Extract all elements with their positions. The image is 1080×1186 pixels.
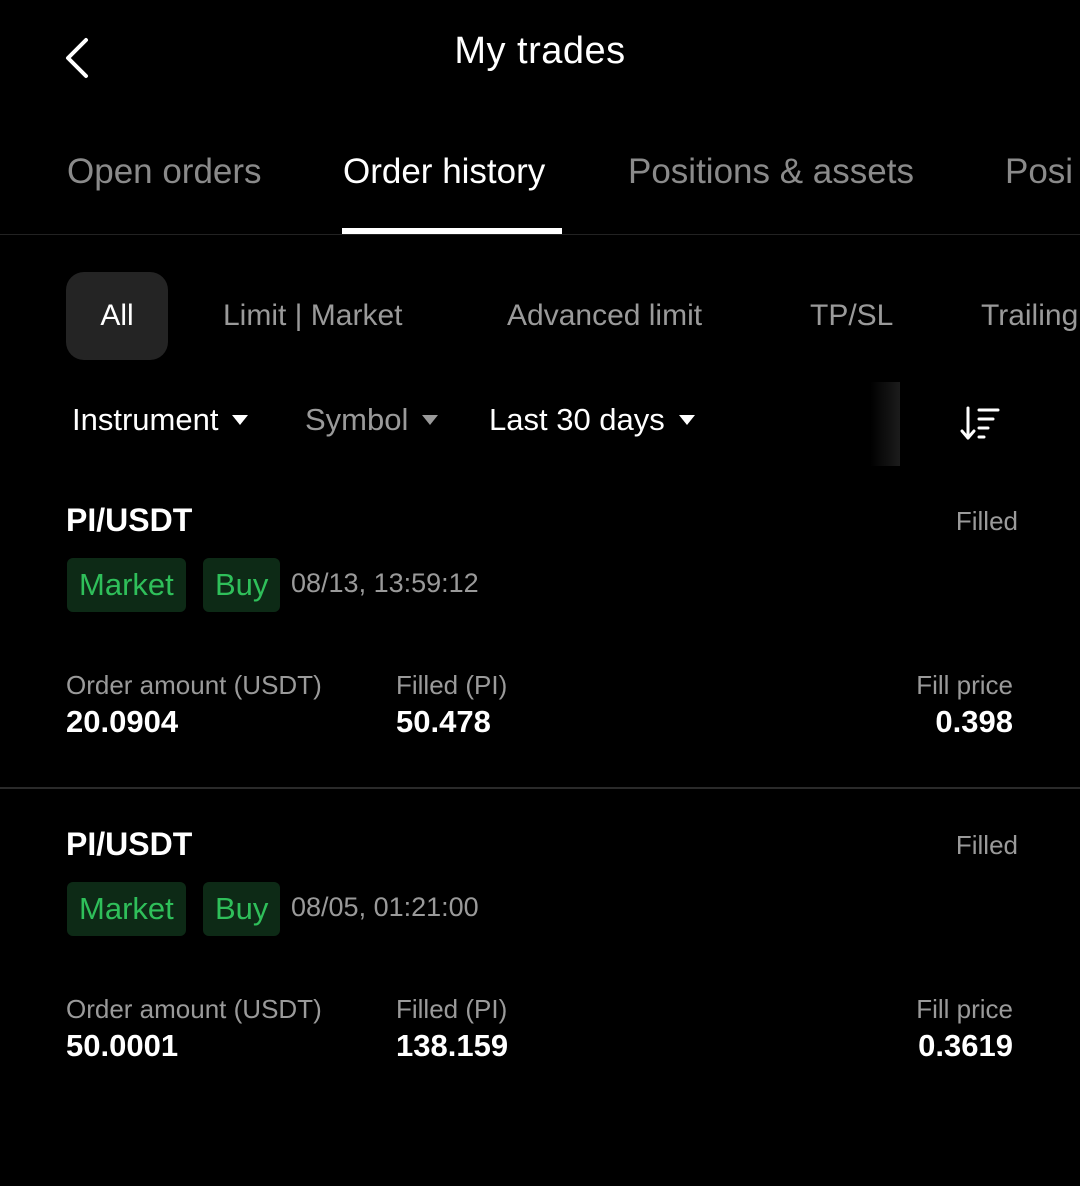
sort-button[interactable] bbox=[958, 404, 1002, 444]
order-card[interactable]: PI/USDT Filled Market Buy 08/05, 01:21:0… bbox=[0, 826, 1080, 1112]
filled-label: Filled (PI) bbox=[396, 670, 508, 700]
fill-price-value: 0.398 bbox=[935, 704, 1013, 739]
order-pair: PI/USDT bbox=[66, 826, 193, 862]
symbol-label: Symbol bbox=[305, 402, 409, 437]
filter-bar: Instrument Symbol Last 30 days bbox=[0, 382, 1080, 466]
chip-tp-sl[interactable]: TP/SL bbox=[810, 272, 893, 360]
fill-price-value: 0.3619 bbox=[918, 1028, 1013, 1063]
order-type-chips: All Limit | Market Advanced limit TP/SL … bbox=[0, 272, 1080, 362]
order-amount-label: Order amount (USDT) bbox=[66, 670, 322, 700]
card-divider bbox=[0, 787, 1080, 789]
order-side-badge: Buy bbox=[203, 882, 281, 936]
tab-positions-partial[interactable]: Posi bbox=[1005, 152, 1073, 192]
period-dropdown[interactable]: Last 30 days bbox=[489, 402, 695, 438]
caret-down-icon bbox=[678, 415, 695, 425]
order-status: Filled bbox=[955, 506, 1018, 536]
page-title: My trades bbox=[454, 30, 626, 72]
order-time: 08/05, 01:21:00 bbox=[291, 892, 479, 922]
order-amount-value: 20.0904 bbox=[66, 704, 179, 739]
order-type-badge: Market bbox=[67, 882, 186, 936]
active-tab-indicator bbox=[342, 228, 562, 234]
sort-descending-icon bbox=[960, 406, 1000, 440]
caret-down-icon bbox=[232, 415, 249, 425]
chip-trailing[interactable]: Trailing bbox=[981, 272, 1078, 360]
order-pair: PI/USDT bbox=[66, 502, 193, 538]
filled-label: Filled (PI) bbox=[396, 994, 508, 1024]
order-amount-label: Order amount (USDT) bbox=[66, 994, 322, 1024]
order-amount-value: 50.0001 bbox=[66, 1028, 179, 1063]
order-type-badge: Market bbox=[67, 558, 186, 612]
fill-price-label: Fill price bbox=[916, 670, 1013, 700]
chip-limit-market[interactable]: Limit | Market bbox=[223, 272, 403, 360]
chip-advanced-limit[interactable]: Advanced limit bbox=[507, 272, 702, 360]
chip-all[interactable]: All bbox=[66, 272, 168, 360]
order-side-badge: Buy bbox=[203, 558, 281, 612]
header: My trades bbox=[0, 0, 1080, 118]
tab-order-history[interactable]: Order history bbox=[343, 152, 545, 192]
symbol-dropdown[interactable]: Symbol bbox=[305, 402, 439, 438]
filled-value: 50.478 bbox=[396, 704, 491, 739]
instrument-dropdown[interactable]: Instrument bbox=[72, 402, 249, 438]
caret-down-icon bbox=[422, 415, 439, 425]
tab-positions-assets[interactable]: Positions & assets bbox=[628, 152, 914, 192]
period-label: Last 30 days bbox=[489, 402, 665, 437]
fill-price-label: Fill price bbox=[916, 994, 1013, 1024]
main-tabs: Open orders Order history Positions & as… bbox=[0, 130, 1080, 235]
order-time: 08/13, 13:59:12 bbox=[291, 568, 479, 598]
tab-open-orders[interactable]: Open orders bbox=[67, 152, 262, 192]
order-status: Filled bbox=[955, 830, 1018, 860]
order-card[interactable]: PI/USDT Filled Market Buy 08/13, 13:59:1… bbox=[0, 502, 1080, 788]
filled-value: 138.159 bbox=[396, 1028, 509, 1063]
instrument-label: Instrument bbox=[72, 402, 219, 437]
scroll-fade bbox=[870, 382, 900, 466]
